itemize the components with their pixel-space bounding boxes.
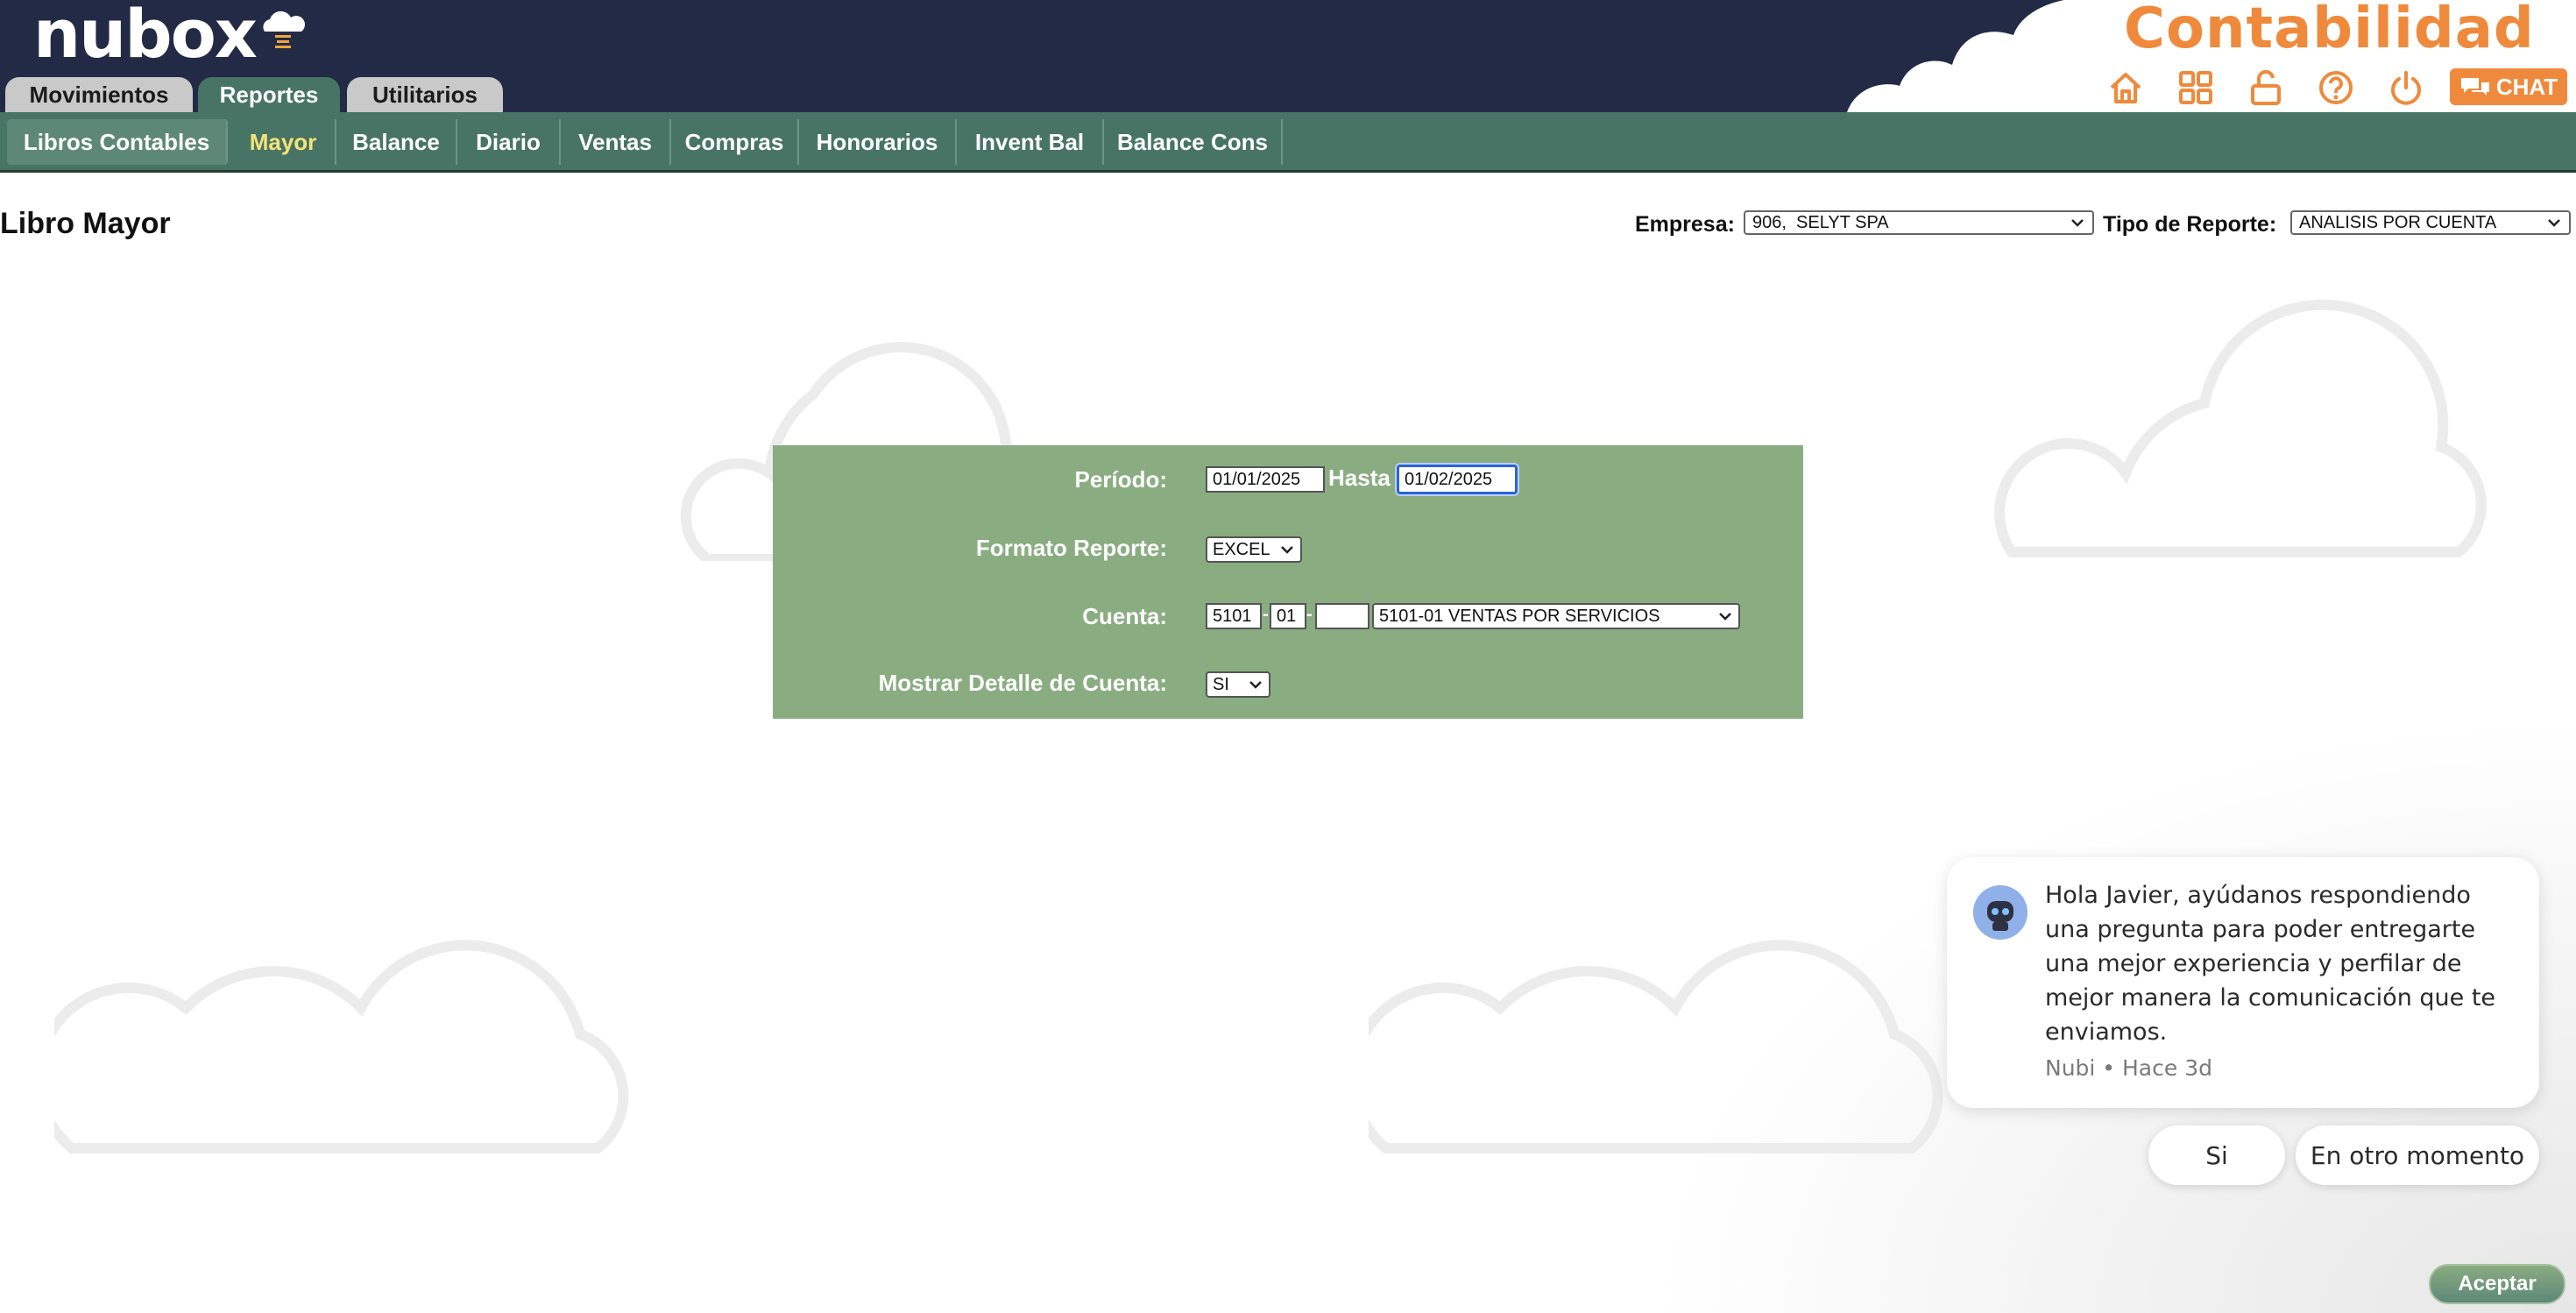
page-title: Libro Mayor [0, 207, 171, 240]
chat-button[interactable]: CHAT [2450, 68, 2567, 105]
chevron-down-icon [2071, 219, 2084, 227]
brand-title: Contabilidad [2124, 0, 2535, 61]
robot-icon [1973, 885, 2028, 940]
sub-navigation: Libros Contables Mayor Balance Diario Ve… [0, 112, 2576, 173]
background-cloud-2 [1994, 299, 2487, 557]
chevron-down-icon [1249, 681, 1262, 689]
subnav-diario[interactable]: Diario [457, 119, 561, 165]
report-form-panel: Período: Formato Reporte: Cuenta: Mostra… [773, 445, 1803, 719]
formato-value: EXCEL [1213, 539, 1270, 559]
cuenta-select[interactable]: 5101-01 VENTAS POR SERVICIOS [1372, 603, 1740, 629]
subnav-balance[interactable]: Balance [336, 119, 457, 165]
apps-grid-icon[interactable] [2176, 68, 2215, 107]
detalle-select[interactable]: SI [1206, 671, 1270, 698]
chat-notification[interactable]: Hola Javier, ayúdanos respondiendo una p… [1947, 857, 2539, 1108]
detalle-label: Mostrar Detalle de Cuenta: [878, 670, 1167, 696]
nubox-logo[interactable]: nubox [33, 0, 258, 73]
tipo-reporte-value: ANALISIS POR CUENTA [2299, 212, 2497, 232]
subnav-balance-cons[interactable]: Balance Cons [1104, 119, 1283, 165]
top-header: nubox Contabilidad CHAT Movimientos Repo… [0, 0, 2576, 112]
chevron-down-icon [1719, 613, 1731, 621]
cuenta-select-value: 5101-01 VENTAS POR SERVICIOS [1379, 606, 1660, 626]
subnav-libros-contables[interactable]: Libros Contables [7, 119, 228, 165]
empresa-label: Empresa: [1635, 212, 1735, 237]
accept-button[interactable]: Aceptar [2429, 1264, 2565, 1304]
hasta-label: Hasta [1328, 465, 1391, 491]
unlock-icon[interactable] [2247, 68, 2285, 107]
background-cloud-3 [54, 940, 629, 1153]
bot-avatar [1973, 885, 2028, 940]
subnav-honorarios[interactable]: Honorarios [799, 119, 957, 165]
help-icon[interactable] [2317, 68, 2355, 107]
chat-bubbles-icon [2460, 78, 2489, 96]
subnav-compras[interactable]: Compras [671, 119, 799, 165]
detalle-value: SI [1213, 674, 1229, 694]
cuenta-separator-1: - [1263, 605, 1269, 624]
notification-message: Hola Javier, ayúdanos respondiendo una p… [2045, 882, 2496, 1046]
reply-yes-button[interactable]: Si [2148, 1125, 2285, 1185]
chevron-down-icon [1281, 546, 1293, 554]
cuenta-label: Cuenta: [1082, 603, 1167, 629]
home-icon[interactable] [2106, 68, 2145, 107]
chat-label: CHAT [2495, 73, 2558, 100]
tab-movimientos[interactable]: Movimientos [5, 77, 193, 112]
cuenta-segment-3-input[interactable] [1315, 603, 1369, 629]
periodo-hasta-input[interactable]: 01/02/2025 [1397, 465, 1518, 494]
tipo-reporte-label: Tipo de Reporte: [2103, 212, 2277, 237]
logo-cloud-icon [263, 11, 305, 48]
periodo-label: Período: [1074, 466, 1167, 493]
empresa-value: 906, SELYT SPA [1752, 212, 1889, 232]
chevron-down-icon [2548, 219, 2560, 227]
formato-select[interactable]: EXCEL [1206, 536, 1302, 563]
subnav-ventas[interactable]: Ventas [561, 119, 671, 165]
reply-later-button[interactable]: En otro momento [2296, 1125, 2539, 1185]
tipo-reporte-select[interactable]: ANALISIS POR CUENTA [2290, 210, 2571, 235]
periodo-desde-input[interactable]: 01/01/2025 [1206, 466, 1325, 493]
cuenta-separator-2: - [1306, 605, 1313, 624]
empresa-select[interactable]: 906, SELYT SPA [1744, 210, 2094, 235]
tab-utilitarios[interactable]: Utilitarios [347, 77, 503, 112]
notification-meta: Nubi • Hace 3d [2045, 1055, 2212, 1081]
background-cloud-4 [1369, 940, 1943, 1153]
subnav-mayor[interactable]: Mayor [231, 119, 336, 165]
subnav-invent-bal[interactable]: Invent Bal [957, 119, 1104, 165]
tab-reportes[interactable]: Reportes [198, 77, 340, 112]
power-icon[interactable] [2387, 68, 2425, 107]
cuenta-segment-1-input[interactable]: 5101 [1206, 603, 1262, 629]
formato-label: Formato Reporte: [975, 535, 1167, 561]
cuenta-segment-2-input[interactable]: 01 [1270, 603, 1306, 629]
